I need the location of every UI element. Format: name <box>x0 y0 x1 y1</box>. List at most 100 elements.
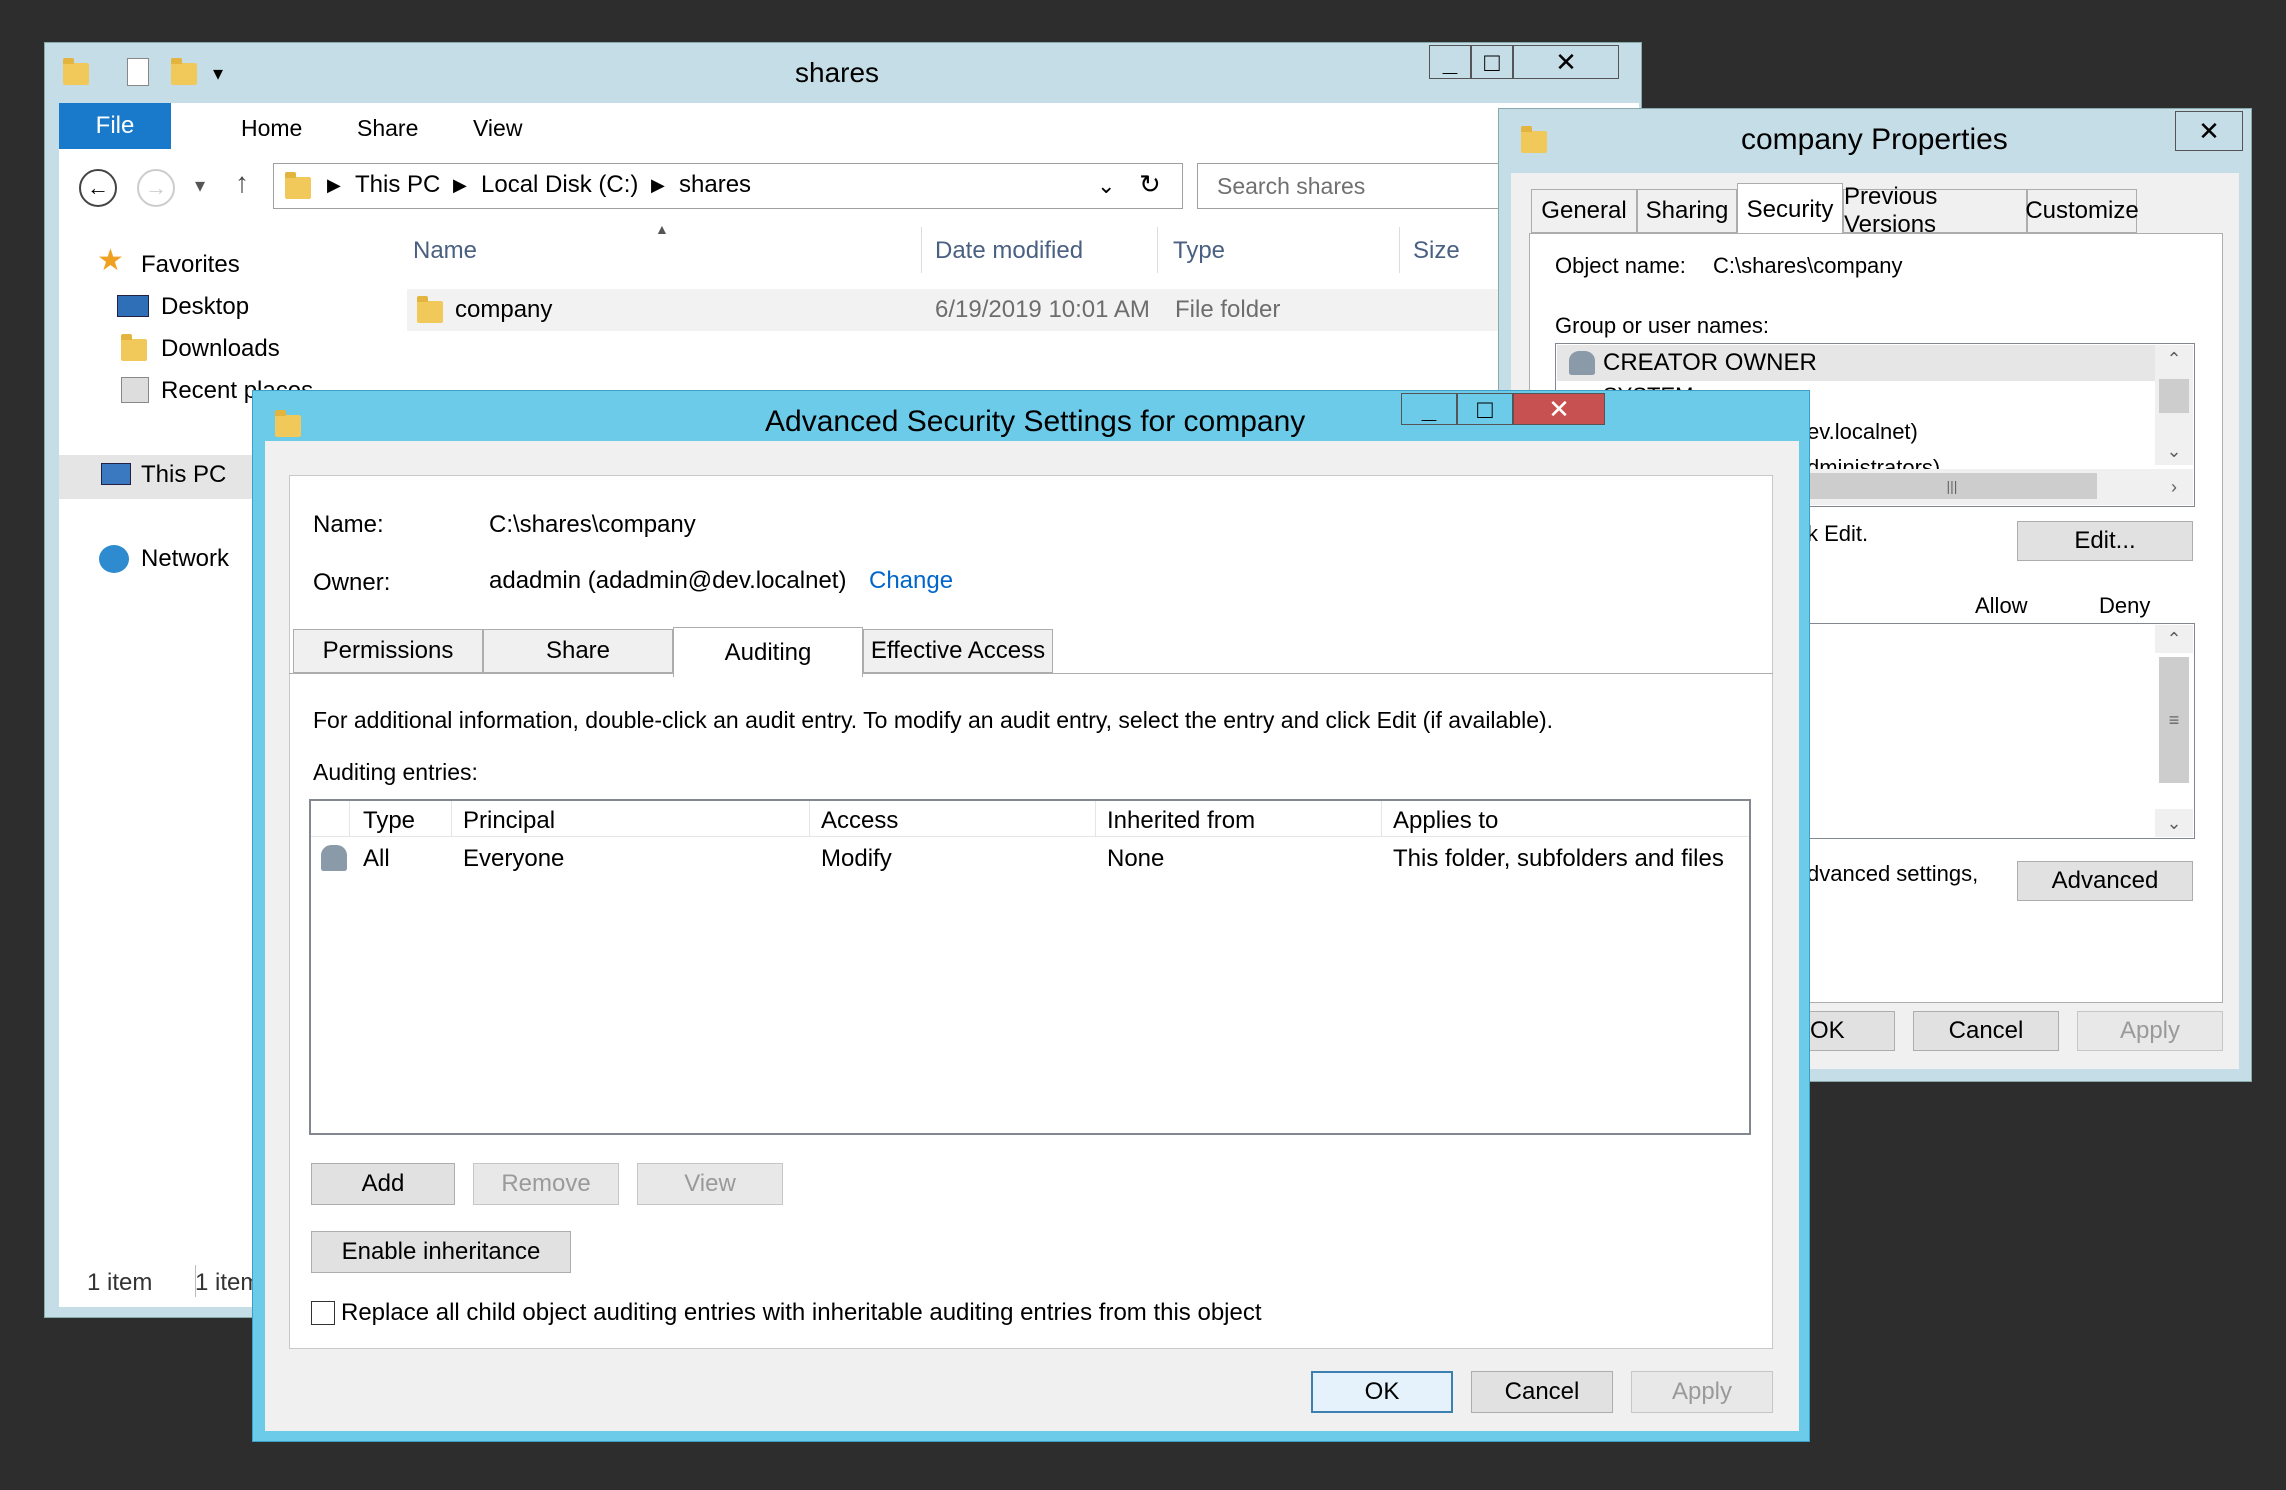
owner-label: Owner: <box>313 569 391 596</box>
auditing-entries-label: Auditing entries: <box>313 759 478 785</box>
folder-icon <box>275 410 301 437</box>
user-creator-owner[interactable]: CREATOR OWNER <box>1603 349 1817 377</box>
scroll-up-icon[interactable]: ⌃ <box>2155 345 2193 373</box>
desktop-icon <box>117 295 149 317</box>
ribbon-tab-view[interactable]: View <box>473 115 522 142</box>
apply-button[interactable]: Apply <box>1631 1371 1773 1413</box>
apply-button[interactable]: Apply <box>2077 1011 2223 1051</box>
new-folder-icon[interactable] <box>171 58 197 85</box>
tab-previous-versions[interactable]: Previous Versions <box>1843 183 2027 238</box>
col-applies-to[interactable]: Applies to <box>1393 807 1498 835</box>
sort-arrow-icon: ▲ <box>655 221 669 237</box>
recent-places-icon <box>121 377 149 403</box>
refresh-icon[interactable]: ↻ <box>1139 169 1161 200</box>
search-placeholder: Search shares <box>1217 173 1366 199</box>
breadcrumb-sep-icon: ▶ <box>327 175 341 195</box>
edit-hint: k Edit. <box>1807 521 1869 546</box>
scroll-thumb[interactable] <box>2159 379 2189 413</box>
nav-desktop[interactable]: Desktop <box>161 293 249 321</box>
advanced-hint: dvanced settings, <box>1807 861 1979 886</box>
folder-icon <box>63 58 89 85</box>
col-divider <box>451 801 452 837</box>
address-folder-icon <box>285 172 311 199</box>
col-access[interactable]: Access <box>821 807 898 835</box>
recent-locations-icon[interactable]: ▾ <box>195 173 205 198</box>
permissions-list[interactable] <box>1807 623 2195 839</box>
network-icon <box>99 545 129 573</box>
col-inherited-from[interactable]: Inherited from <box>1107 807 1255 835</box>
scroll-down-icon[interactable]: ⌄ <box>2155 809 2193 837</box>
edit-button[interactable]: Edit... <box>2017 521 2193 561</box>
remove-button[interactable]: Remove <box>473 1163 619 1205</box>
col-principal[interactable]: Principal <box>463 807 555 835</box>
nav-downloads[interactable]: Downloads <box>161 335 280 363</box>
col-type[interactable]: Type <box>1173 237 1225 265</box>
col-name[interactable]: Name <box>413 237 477 265</box>
scroll-down-icon[interactable]: ⌄ <box>2155 437 2193 465</box>
add-button[interactable]: Add <box>311 1163 455 1205</box>
downloads-icon <box>121 334 147 361</box>
maximize-button[interactable]: □ <box>1471 45 1513 79</box>
col-date[interactable]: Date modified <box>935 237 1083 265</box>
customize-qat-icon[interactable]: ▾ <box>213 61 223 86</box>
scroll-up-icon[interactable]: ⌃ <box>2155 625 2193 653</box>
tab-share[interactable]: Share <box>483 629 673 673</box>
ok-button[interactable]: OK <box>1797 1011 1895 1051</box>
ok-button[interactable]: OK <box>1311 1371 1453 1413</box>
replace-entries-checkbox[interactable] <box>311 1301 335 1325</box>
nav-this-pc[interactable]: This PC <box>141 461 226 489</box>
up-button[interactable]: ↑ <box>235 167 249 199</box>
col-type[interactable]: Type <box>363 807 415 835</box>
tab-auditing[interactable]: Auditing <box>673 627 863 677</box>
advanced-title: Advanced Security Settings for company <box>765 405 1306 438</box>
maximize-button[interactable]: □ <box>1457 393 1513 425</box>
user-group-icon <box>321 845 347 871</box>
close-button[interactable]: ✕ <box>1513 45 1619 79</box>
breadcrumb-sep-icon: ▶ <box>651 175 665 195</box>
tab-general[interactable]: General <box>1531 189 1637 233</box>
file-name: company <box>455 296 553 323</box>
h-scroll-thumb[interactable]: ||| <box>1807 473 2097 499</box>
breadcrumb-local-disk[interactable]: Local Disk (C:) <box>481 171 638 199</box>
tab-security[interactable]: Security <box>1737 183 1843 235</box>
minimize-button[interactable]: _ <box>1429 45 1471 79</box>
ribbon-tab-home[interactable]: Home <box>241 115 302 142</box>
object-name-label: Object name: <box>1555 253 1686 278</box>
file-type: File folder <box>1175 296 1281 323</box>
scroll-thumb[interactable]: ≡ <box>2159 657 2189 783</box>
status-selected-count: 1 item <box>195 1269 261 1296</box>
forward-button[interactable]: → <box>137 169 175 207</box>
ribbon-tab-file[interactable]: File <box>59 103 171 149</box>
close-button[interactable]: ✕ <box>1513 393 1605 425</box>
breadcrumb-sep-icon: ▶ <box>453 175 467 195</box>
advanced-button[interactable]: Advanced <box>2017 861 2193 901</box>
ribbon-tab-share[interactable]: Share <box>357 115 418 142</box>
tab-sharing[interactable]: Sharing <box>1637 189 1737 233</box>
back-button[interactable]: ← <box>79 169 117 207</box>
cancel-button[interactable]: Cancel <box>1471 1371 1613 1413</box>
replace-entries-label[interactable]: Replace all child object auditing entrie… <box>341 1299 1262 1327</box>
nav-favorites[interactable]: Favorites <box>141 251 240 279</box>
view-button[interactable]: View <box>637 1163 783 1205</box>
breadcrumb-shares[interactable]: shares <box>679 171 751 199</box>
nav-network[interactable]: Network <box>141 545 229 573</box>
close-button[interactable]: ✕ <box>2175 111 2243 151</box>
col-divider <box>1157 227 1158 273</box>
tab-customize[interactable]: Customize <box>2025 189 2139 233</box>
tab-effective-access[interactable]: Effective Access <box>863 629 1053 673</box>
col-size[interactable]: Size <box>1413 237 1460 265</box>
name-label: Name: <box>313 511 384 538</box>
user-domain-partial[interactable]: ev.localnet) <box>1807 419 1918 445</box>
window-title: shares <box>795 57 880 88</box>
breadcrumb-this-pc[interactable]: This PC <box>355 171 440 199</box>
cancel-button[interactable]: Cancel <box>1913 1011 2059 1051</box>
tab-permissions[interactable]: Permissions <box>293 629 483 673</box>
minimize-button[interactable]: _ <box>1401 393 1457 425</box>
entry-access: Modify <box>821 845 892 872</box>
col-divider <box>809 801 810 837</box>
properties-icon[interactable] <box>127 58 149 86</box>
address-dropdown-icon[interactable]: ⌄ <box>1097 173 1115 199</box>
enable-inheritance-button[interactable]: Enable inheritance <box>311 1231 571 1273</box>
scroll-right-icon[interactable]: › <box>2155 469 2193 505</box>
change-owner-link[interactable]: Change <box>869 567 953 595</box>
